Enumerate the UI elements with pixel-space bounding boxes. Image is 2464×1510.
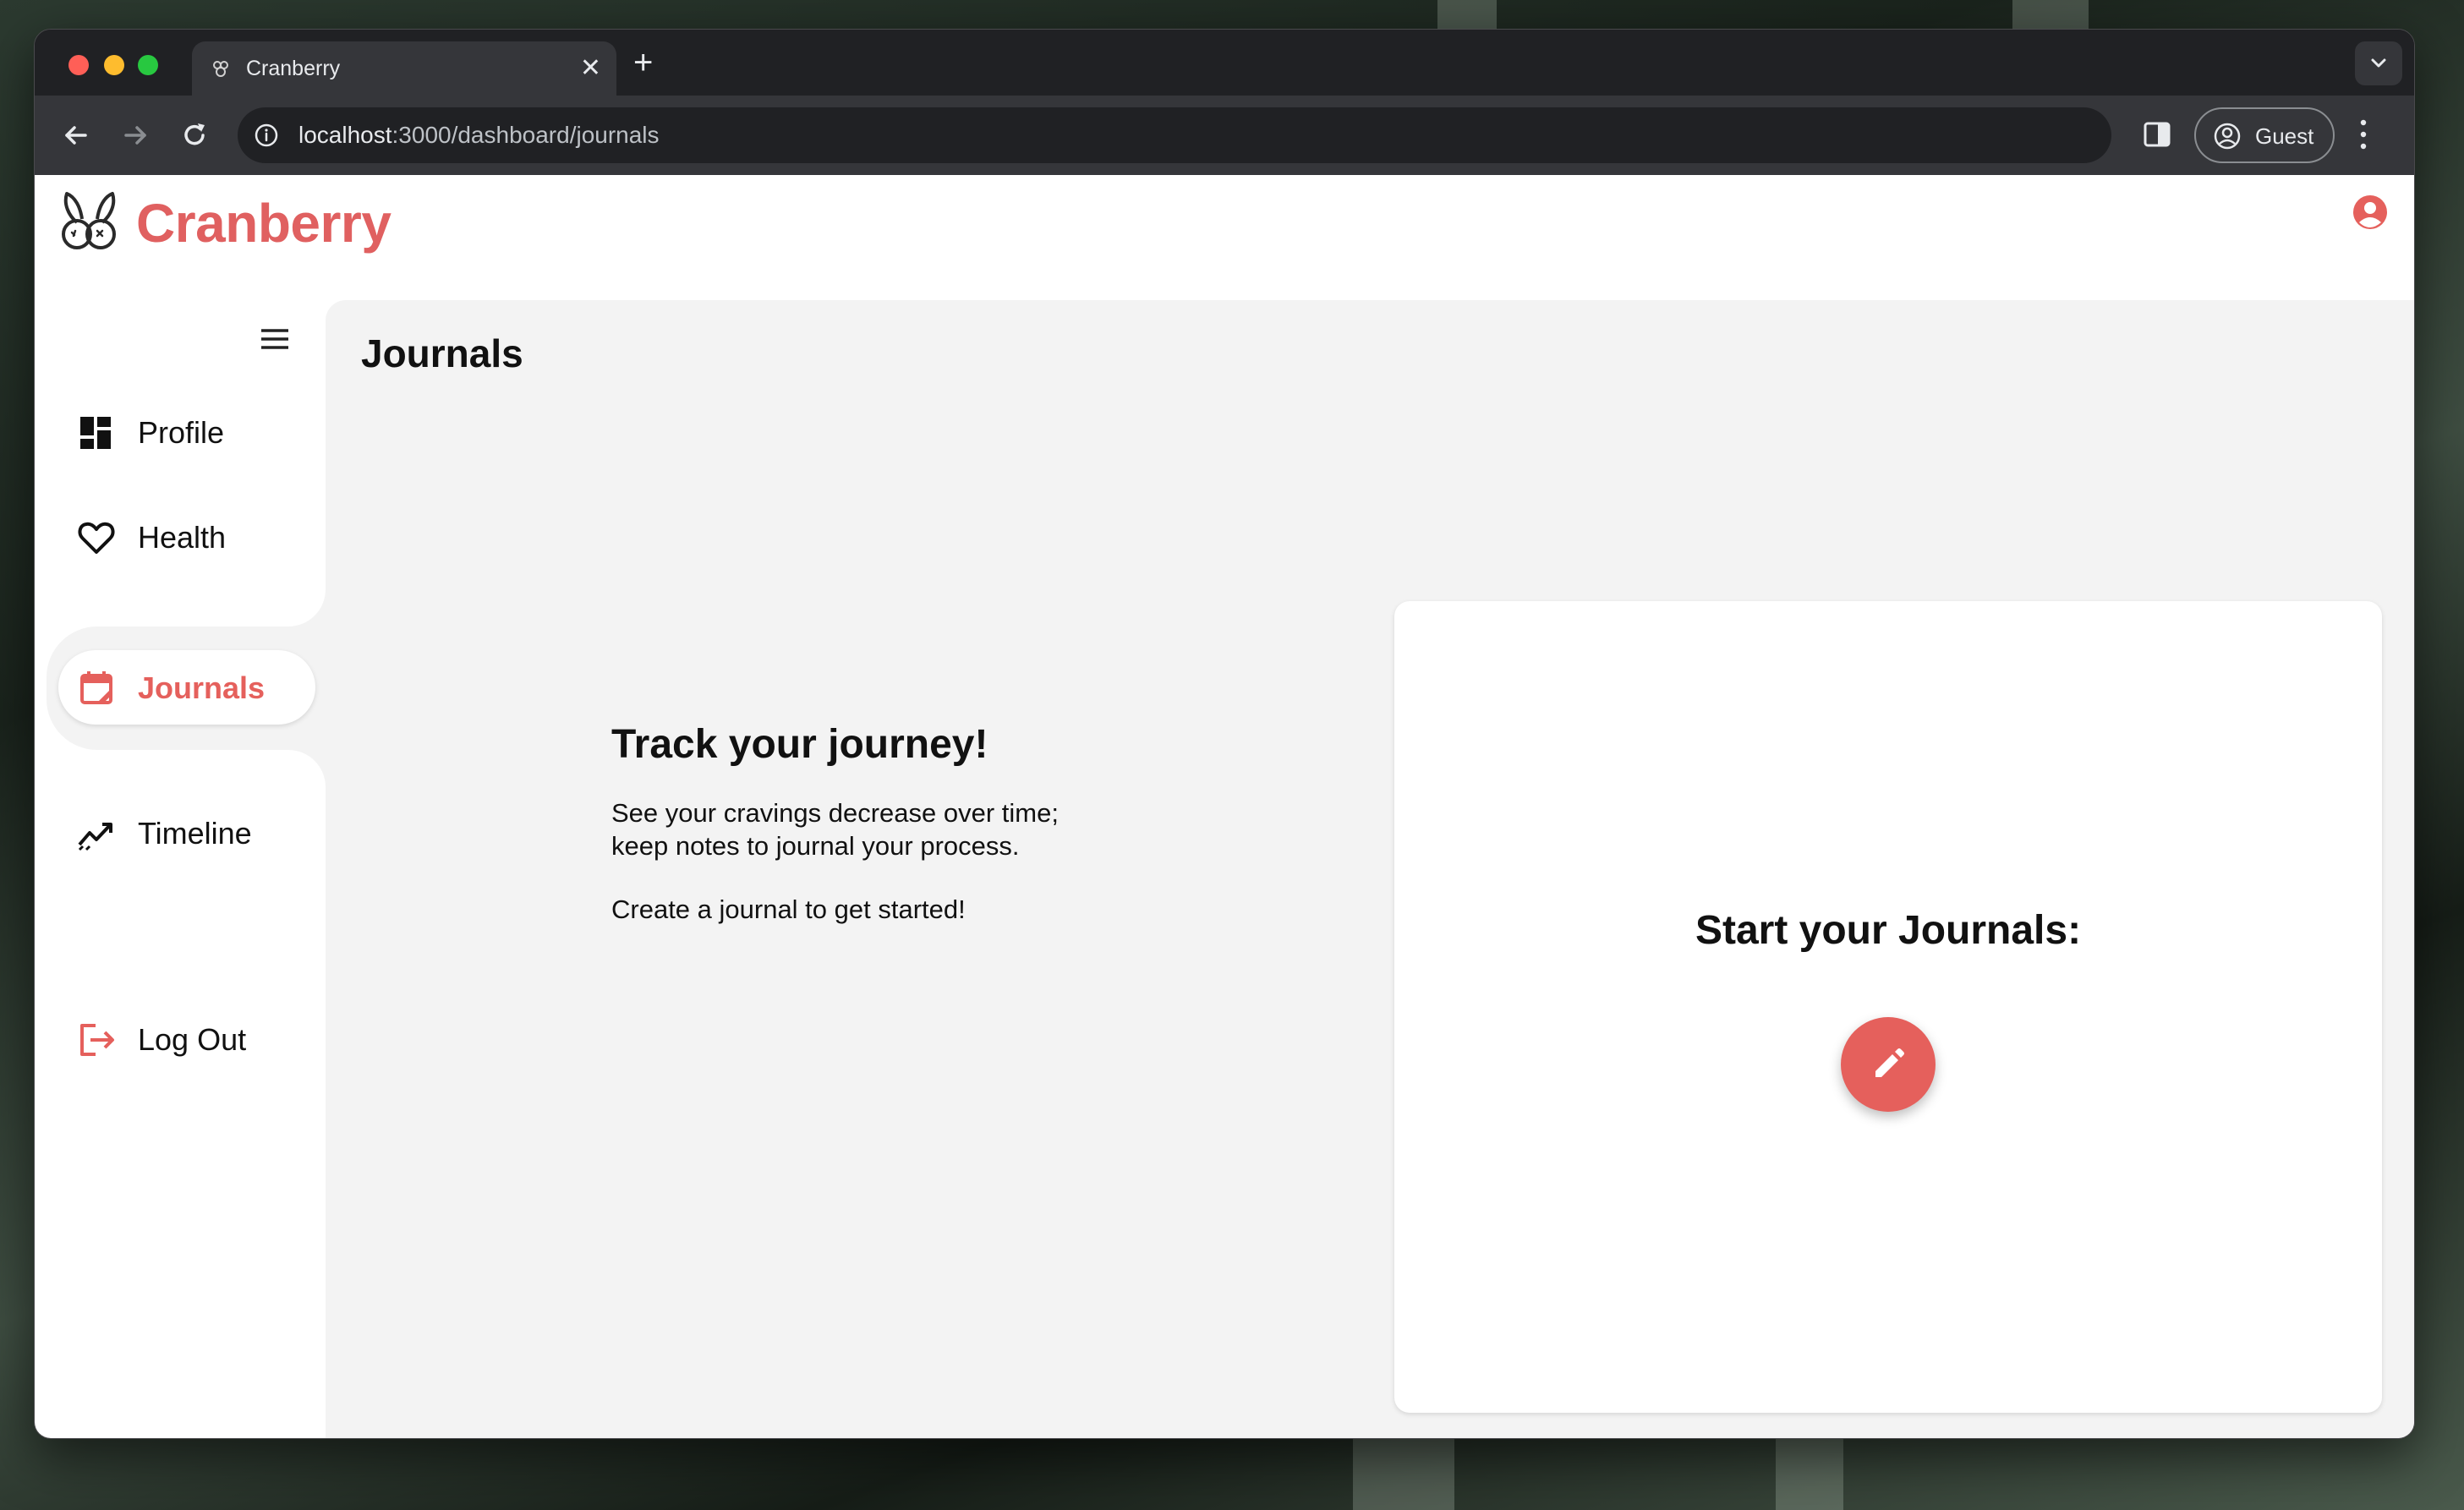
sidebar-item-label: Timeline — [138, 816, 252, 851]
sidebar-item-health[interactable]: Health — [58, 495, 326, 579]
tab-title: Cranberry — [246, 57, 341, 80]
menu-icon[interactable] — [256, 320, 293, 358]
maximize-window-button[interactable] — [138, 55, 158, 75]
tab-cranberry[interactable]: Cranberry ✕ — [192, 41, 616, 96]
sidebar-item-label: Journals — [138, 670, 266, 705]
intro-heading: Track your journey! — [611, 722, 988, 767]
app-header: Cranberry — [35, 175, 2414, 302]
start-journal-card: Start your Journals: — [1394, 601, 2382, 1413]
trending-up-icon — [78, 823, 112, 851]
page-title: Journals — [361, 331, 523, 375]
reload-icon[interactable] — [175, 116, 214, 155]
intro-text-line: See your cravings decrease over time; — [611, 798, 1059, 828]
dashboard-icon — [80, 417, 111, 449]
close-window-button[interactable] — [68, 55, 89, 75]
chevron-down-icon — [2371, 58, 2386, 68]
address-bar[interactable]: localhost:3000/dashboard/journals — [238, 107, 2111, 163]
favicon-icon — [211, 58, 231, 79]
tab-close-icon[interactable]: ✕ — [580, 53, 601, 84]
brand-name[interactable]: Cranberry — [136, 192, 392, 254]
pencil-icon — [1875, 1048, 1904, 1077]
url-text: localhost:3000/dashboard/journals — [298, 122, 660, 148]
account-icon[interactable] — [2352, 194, 2389, 231]
card-heading: Start your Journals: — [1695, 908, 2082, 953]
sidebar-item-profile[interactable]: Profile — [58, 390, 326, 474]
heart-icon — [78, 522, 115, 554]
browser-toolbar: localhost:3000/dashboard/journals Guest — [35, 96, 2414, 175]
logout-label: Log Out — [138, 1022, 247, 1057]
intro-section: Track your journey! See your cravings de… — [611, 721, 1203, 926]
logout-icon — [80, 1024, 114, 1056]
back-arrow-icon[interactable] — [57, 116, 96, 155]
tab-strip: Cranberry ✕ + — [35, 30, 2414, 96]
sidebar-item-timeline[interactable]: Timeline — [58, 791, 326, 875]
new-tab-icon[interactable]: + — [633, 43, 653, 82]
forward-arrow-icon[interactable] — [116, 116, 155, 155]
sidebar-item-journals[interactable]: Journals — [58, 645, 326, 730]
site-info-icon[interactable] — [253, 122, 280, 149]
logout-button[interactable]: Log Out — [58, 997, 326, 1081]
page-viewport: Cranberry Profile Health Journals Timeli… — [35, 175, 2414, 1438]
intro-text-line: keep notes to journal your process. — [611, 831, 1020, 861]
more-options-icon[interactable] — [2357, 114, 2370, 155]
account-circle-icon — [2214, 123, 2241, 150]
browser-window: Cranberry ✕ + localhost:3000/dashboard/j… — [34, 29, 2415, 1439]
calendar-edit-icon — [80, 671, 112, 704]
cranberry-logo-icon[interactable] — [53, 185, 124, 256]
main-content: Journals Track your journey! See your cr… — [326, 300, 2414, 1438]
sidebar: Profile Health Journals Timeline Log Out — [35, 302, 326, 1438]
create-journal-button[interactable] — [1841, 1017, 1936, 1112]
minimize-window-button[interactable] — [104, 55, 124, 75]
profile-label: Guest — [2255, 123, 2314, 149]
sidebar-item-label: Health — [138, 520, 227, 555]
intro-cta-text: Create a journal to get started! — [611, 895, 966, 924]
tab-search-button[interactable] — [2355, 41, 2402, 85]
sidebar-item-label: Profile — [138, 415, 225, 450]
profile-button[interactable]: Guest — [2194, 107, 2335, 163]
side-panel-icon[interactable] — [2140, 118, 2174, 151]
